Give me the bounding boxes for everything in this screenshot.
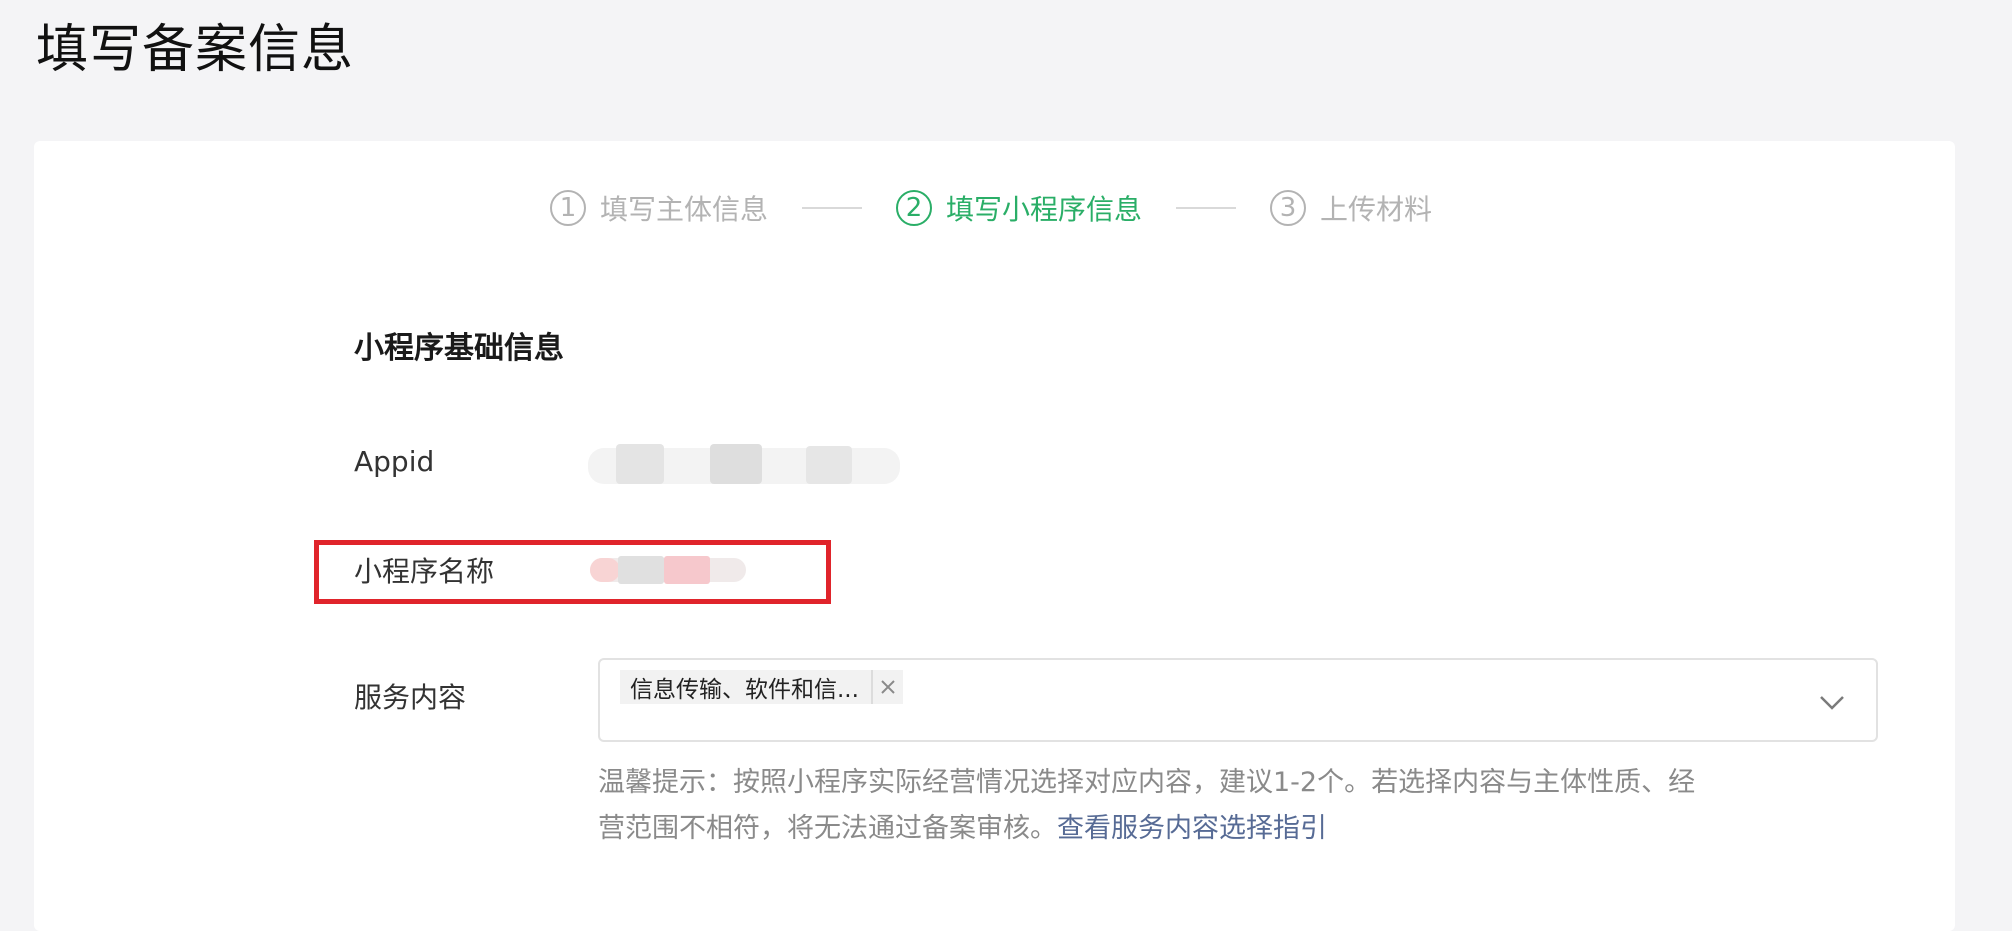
step-number-2: 2 [896, 190, 933, 226]
step-connector [1176, 207, 1237, 209]
step-1: 1 填写主体信息 [550, 188, 768, 228]
service-tag: 信息传输、软件和信... [620, 670, 903, 704]
service-tag-label: 信息传输、软件和信... [630, 677, 859, 703]
stepper: 1 填写主体信息 2 填写小程序信息 3 上传材料 [550, 188, 1432, 228]
step-number-1: 1 [550, 190, 586, 226]
service-guide-link[interactable]: 查看服务内容选择指引 [1057, 813, 1327, 844]
section-title: 小程序基础信息 [354, 331, 564, 366]
name-label: 小程序名称 [354, 555, 495, 588]
step-label-1: 填写主体信息 [600, 193, 769, 226]
chevron-down-icon[interactable] [1818, 688, 1846, 716]
service-select[interactable]: 信息传输、软件和信... [598, 658, 1878, 742]
close-icon[interactable] [870, 670, 903, 704]
step-label-3: 上传材料 [1320, 193, 1433, 226]
service-label: 服务内容 [354, 681, 467, 714]
step-label-2: 填写小程序信息 [946, 193, 1143, 226]
step-2: 2 填写小程序信息 [896, 188, 1142, 228]
page-title: 填写备案信息 [36, 20, 355, 80]
step-3: 3 上传材料 [1270, 188, 1432, 228]
appid-label: Appid [354, 445, 435, 478]
step-number-3: 3 [1270, 190, 1307, 226]
service-hint: 温馨提示：按照小程序实际经营情况选择对应内容，建议1-2个。若选择内容与主体性质… [598, 760, 1698, 852]
step-connector [802, 207, 863, 209]
